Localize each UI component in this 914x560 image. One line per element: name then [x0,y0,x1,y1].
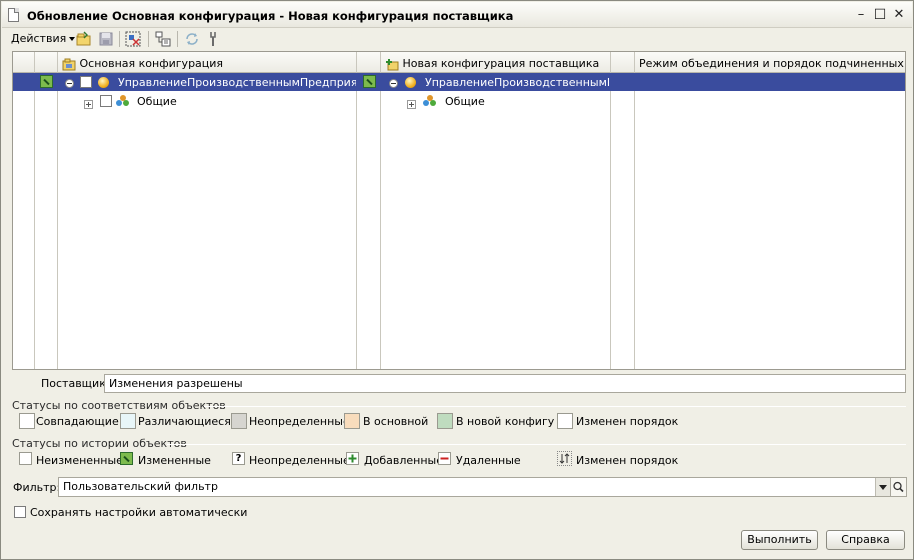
removed-icon [438,452,451,465]
save-icon[interactable] [97,30,115,48]
update-window: Обновление Основная конфигурация - Новая… [0,0,914,560]
collapse-icon[interactable] [65,76,74,89]
settings-wrench-icon[interactable] [204,30,222,48]
legend-in-new: В новой конфигур... [456,415,554,428]
open-folder-icon[interactable] [75,30,93,48]
swatch-different [120,413,136,429]
legend-unchanged: Неизмененные [36,454,123,467]
swatch-in-main [344,413,360,429]
tree-header-vendor-config[interactable]: Новая конфигурация поставщика [381,52,611,73]
added-icon [346,452,359,465]
order-icon [557,451,572,466]
tree-header-status-2 [35,52,58,73]
common-main-name: Общие [137,95,177,108]
legend-in-main: В основной [363,415,429,428]
expand-icon-vendor[interactable] [407,97,416,110]
window-title: Обновление Основная конфигурация - Новая… [27,9,514,23]
legend-added: Добавленные [364,454,443,467]
legend-changed: Измененные [138,454,211,467]
tree-row-root[interactable]: УправлениеПроизводственнымПредприяти... … [13,73,905,91]
close-icon[interactable]: ✕ [892,8,906,22]
root-main-checkbox[interactable] [80,75,92,88]
edited-icon [120,452,133,465]
document-icon [8,8,19,22]
maximize-icon[interactable]: ☐ [873,8,887,22]
legend-removed: Удаленные [456,454,521,467]
filter-label: Фильтр: [13,481,61,494]
question-icon: ? [232,452,245,465]
supplier-field[interactable]: Изменения разрешены [104,374,906,393]
swatch-matching [19,413,35,429]
tree-header-status-1 [13,52,35,73]
edited-status-icon [40,75,53,88]
title-bar: Обновление Основная конфигурация - Новая… [2,2,912,28]
supplier-label: Поставщик: [41,377,110,390]
common-objects-icon [116,94,129,107]
legend-history-undefined: Неопределенные [249,454,350,467]
edited-status-icon-vendor [363,75,376,88]
match-status-title: Статусы по соответствиям объектов [12,399,226,412]
common-vendor-name: Общие [445,95,485,108]
collapse-icon-vendor[interactable] [389,76,398,89]
tree-header-merge-label: Режим объединения и порядок подчиненных … [639,57,905,70]
config-ball-icon-vendor [405,75,416,88]
legend-order-changed: Изменен порядок [576,415,679,428]
tree-header-status-3 [357,52,381,73]
execute-button[interactable]: Выполнить [741,530,818,550]
actions-menu[interactable]: Действия [11,32,75,45]
expand-icon[interactable] [84,97,93,110]
common-objects-icon-vendor [423,94,436,107]
root-vendor-name: УправлениеПроизводственнымП... [425,76,609,89]
legend-history-order: Изменен порядок [576,454,679,467]
vendor-config-icon [386,58,399,70]
filter-search-icon[interactable] [891,477,907,497]
tree-header-status-4 [611,52,635,73]
swatch-undefined [231,413,247,429]
legend-matching: Совпадающие [36,415,119,428]
swatch-order-changed [557,413,573,429]
tree-header-main-config[interactable]: Основная конфигурация [58,52,357,73]
autosave-label: Сохранять настройки автоматически [30,506,248,519]
filter-dropdown-icon[interactable] [875,478,890,496]
comparison-tree[interactable]: Основная конфигурация Новая конфигурация… [12,51,906,370]
blank-icon [19,452,32,465]
main-config-icon [62,58,76,70]
swatch-in-new [437,413,453,429]
filter-value: Пользовательский фильтр [63,480,218,493]
history-status-title: Статусы по истории объектов [12,437,187,450]
tree-header-merge-mode[interactable]: Режим объединения и порядок подчиненных … [635,52,905,73]
help-button[interactable]: Справка [826,530,905,550]
autosave-checkbox[interactable] [14,506,26,518]
refresh-icon[interactable] [183,30,201,48]
common-main-checkbox[interactable] [100,94,112,107]
filter-field[interactable]: Пользовательский фильтр [58,477,891,497]
object-tree-icon[interactable] [154,30,172,48]
legend-different: Различающиеся [138,415,231,428]
minimize-icon[interactable]: – [854,8,868,22]
tree-header-main-label: Основная конфигурация [79,57,224,70]
config-ball-icon [98,75,109,88]
tree-header-vendor-label: Новая конфигурация поставщика [402,57,600,70]
toolbar: Действия [2,28,912,50]
legend-undefined: Неопределенные [249,415,350,428]
root-main-name: УправлениеПроизводственнымПредприяти... [118,76,356,89]
compare-icon[interactable] [124,30,142,48]
